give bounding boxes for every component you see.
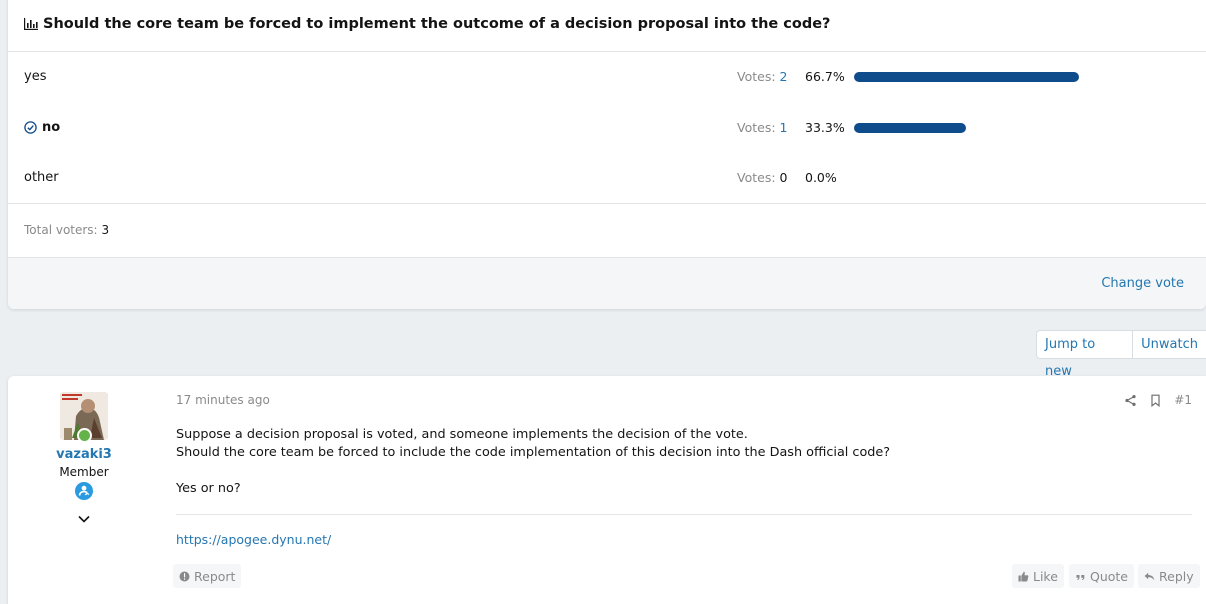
member-badge-icon[interactable]	[75, 482, 93, 500]
poll-option-other: other Votes: 0 0.0%	[24, 168, 1206, 188]
total-voters-label: Total voters:	[24, 223, 98, 237]
poll-option-bar	[854, 123, 966, 133]
poll-option-percent: 33.3%	[805, 120, 845, 135]
poll-footer: Change vote	[8, 257, 1206, 309]
divider	[8, 51, 1206, 52]
post-header-actions: #1	[1124, 393, 1192, 407]
quote-label: Quote	[1090, 568, 1129, 584]
poll-option-votes: Votes: 2	[737, 69, 787, 84]
post-text-line: Yes or no?	[176, 481, 241, 496]
poll-option-percent: 0.0%	[805, 170, 837, 185]
report-label: Report	[194, 568, 236, 584]
poll-option-bar	[854, 72, 1079, 82]
user-handshake-icon	[78, 485, 90, 496]
post-text-line: Suppose a decision proposal is voted, an…	[176, 427, 748, 442]
thread-action-group: Jump to new Unwatch	[1036, 330, 1206, 379]
total-voters-value: 3	[101, 223, 110, 237]
total-voters: Total voters: 3	[24, 223, 109, 237]
check-circle-icon	[24, 121, 37, 134]
votes-label: Votes:	[737, 170, 776, 185]
reply-button[interactable]: Reply	[1138, 564, 1200, 588]
post-timestamp[interactable]: 17 minutes ago	[176, 393, 270, 407]
votes-label: Votes:	[737, 120, 776, 135]
post-body: Suppose a decision proposal is voted, an…	[176, 426, 890, 498]
thumbs-up-icon	[1018, 571, 1029, 581]
user-title: Member	[59, 465, 109, 479]
jump-to-new-button[interactable]: Jump to new	[1037, 331, 1132, 379]
divider	[8, 203, 1206, 204]
votes-count: 0	[779, 170, 788, 185]
signature-link[interactable]: https://apogee.dynu.net/	[176, 532, 331, 547]
bookmark-icon[interactable]	[1149, 394, 1162, 407]
reply-arrow-icon	[1144, 572, 1155, 580]
votes-label: Votes:	[737, 69, 776, 84]
info-circle-icon	[179, 571, 190, 581]
votes-count-link[interactable]: 1	[780, 120, 788, 135]
post-number-link[interactable]: #1	[1174, 393, 1192, 407]
poll-option-votes: Votes: 1	[737, 120, 787, 135]
report-button[interactable]: Report	[173, 564, 242, 588]
post-text-line: Should the core team be forced to includ…	[176, 445, 891, 460]
poll-option-yes: yes Votes: 2 66.7%	[24, 67, 1206, 87]
poll-option-percent: 66.7%	[805, 69, 845, 84]
poll-chart-icon	[24, 18, 38, 30]
chevron-down-icon[interactable]	[77, 512, 91, 526]
post-message: vazaki3 Member 17 minutes ago #1 Suppose…	[8, 376, 1206, 604]
poll-question: Should the core team be forced to implem…	[43, 16, 831, 32]
online-status-indicator	[77, 428, 92, 443]
quote-icon	[1076, 574, 1085, 580]
poll-title: Should the core team be forced to implem…	[24, 16, 830, 32]
like-button[interactable]: Like	[1012, 564, 1064, 588]
poll-option-label-selected: no	[24, 120, 60, 135]
unwatch-button[interactable]: Unwatch	[1133, 331, 1206, 358]
poll-option-label: yes	[24, 69, 47, 84]
quote-button[interactable]: Quote	[1069, 564, 1135, 588]
share-icon[interactable]	[1124, 394, 1137, 407]
poll-option-votes: Votes: 0	[737, 170, 787, 185]
like-label: Like	[1033, 568, 1058, 584]
reply-label: Reply	[1159, 568, 1194, 584]
poll-option-text: no	[42, 120, 61, 135]
poll-option-label: other	[24, 170, 59, 185]
signature-divider	[176, 514, 1192, 515]
votes-count-link[interactable]: 2	[780, 69, 788, 84]
username-link[interactable]: vazaki3	[8, 447, 160, 462]
change-vote-link[interactable]: Change vote	[1101, 276, 1184, 291]
poll-option-no: no Votes: 1 33.3%	[24, 118, 1206, 138]
poll-block: Should the core team be forced to implem…	[8, 0, 1206, 309]
